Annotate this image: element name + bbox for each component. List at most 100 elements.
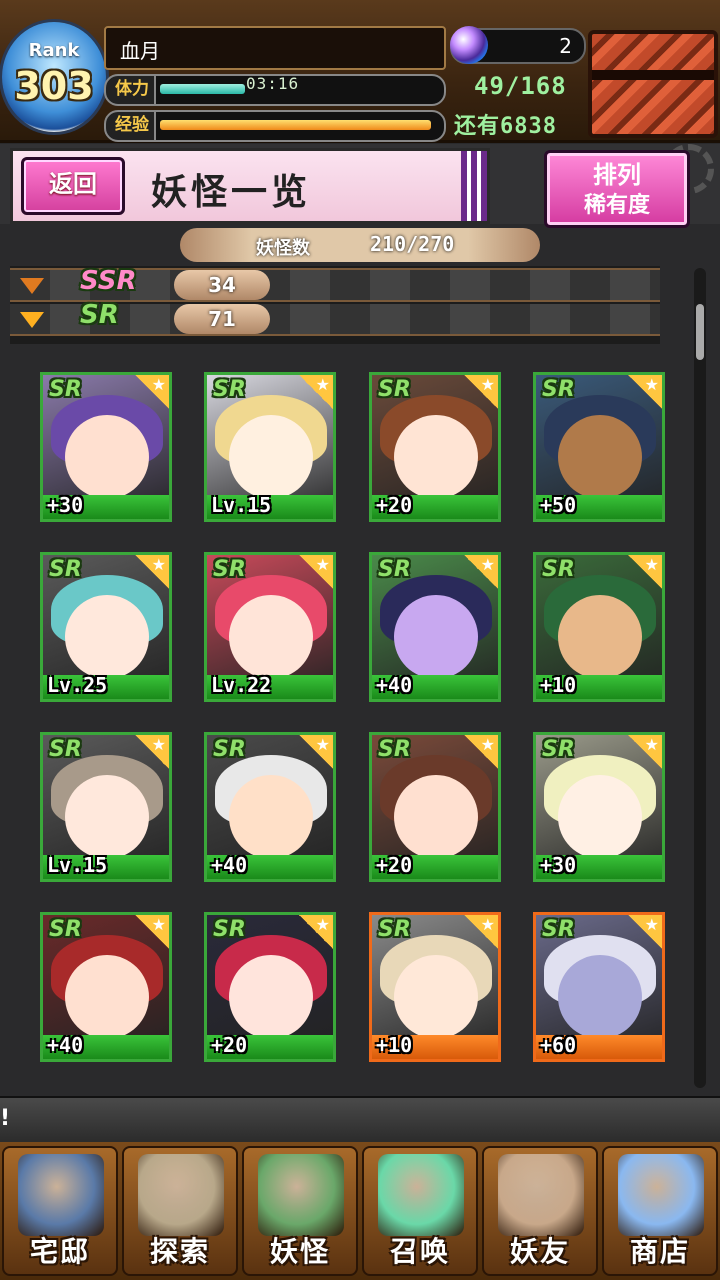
stamina-label: 体力 bbox=[104, 74, 160, 106]
card-level-label: Lv.15 bbox=[211, 493, 272, 517]
title-stripe bbox=[461, 151, 487, 221]
player-name-box: 血月 bbox=[104, 26, 446, 70]
magnifier-icon bbox=[138, 1154, 224, 1236]
card-rarity-badge: SR bbox=[213, 557, 246, 582]
youkai-card[interactable]: SR ★ +60 bbox=[533, 912, 665, 1062]
exp-fill bbox=[160, 120, 431, 130]
card-rarity-badge: SR bbox=[49, 377, 82, 402]
nav-label: 召唤 bbox=[389, 1235, 450, 1268]
star-icon: ★ bbox=[135, 915, 169, 949]
card-level-label: +10 bbox=[540, 673, 577, 697]
star-icon: ★ bbox=[628, 735, 662, 769]
youkai-card[interactable]: SR ★ +10 bbox=[369, 912, 501, 1062]
youkai-card[interactable]: SR ★ +20 bbox=[204, 912, 336, 1062]
youkai-card[interactable]: SR ★ Lv.15 bbox=[40, 732, 172, 882]
gem-counter[interactable]: 2 bbox=[450, 26, 586, 64]
star-icon: ★ bbox=[628, 915, 662, 949]
notice-bar: ! bbox=[0, 1096, 720, 1144]
youkai-card[interactable]: SR ★ Lv.22 bbox=[204, 552, 336, 702]
youkai-card[interactable]: SR ★ +40 bbox=[204, 732, 336, 882]
portrait-face bbox=[229, 955, 313, 1039]
star-icon: ★ bbox=[299, 375, 333, 409]
youkai-card[interactable]: SR ★ +50 bbox=[533, 372, 665, 522]
rank-label: Rank bbox=[28, 40, 80, 61]
youkai-card[interactable]: SR ★ +10 bbox=[533, 552, 665, 702]
scrollbar[interactable] bbox=[694, 268, 706, 1088]
star-icon: ★ bbox=[464, 735, 498, 769]
status-bar: Rank 303 血月 体力 03:16 经验 2 49/168 还有6838 bbox=[0, 0, 720, 143]
card-level-label: Lv.25 bbox=[47, 673, 108, 697]
star-icon: ★ bbox=[135, 555, 169, 589]
collapse-arrow-icon bbox=[20, 312, 44, 328]
stamina-timer: 03:16 bbox=[246, 74, 300, 93]
count-label: 妖怪数 bbox=[256, 238, 310, 259]
card-level-label: +60 bbox=[540, 1033, 577, 1057]
rank-badge[interactable]: Rank 303 bbox=[2, 22, 106, 132]
sort-label: 排列 bbox=[593, 161, 641, 189]
sort-value: 稀有度 bbox=[583, 193, 650, 218]
pentagram-icon bbox=[378, 1154, 464, 1236]
back-button[interactable]: 返回 bbox=[21, 157, 125, 215]
youkai-card[interactable]: SR ★ +40 bbox=[40, 912, 172, 1062]
mansion-icon bbox=[18, 1154, 104, 1236]
page-header: 返回 妖怪一览 排列 稀有度 bbox=[0, 144, 720, 228]
rarity-count-sr: 71 bbox=[174, 304, 270, 334]
exp-label: 经验 bbox=[104, 110, 160, 142]
rarity-row-sr[interactable]: SR 71 bbox=[10, 300, 660, 336]
card-rarity-badge: SR bbox=[542, 917, 575, 942]
star-icon: ★ bbox=[135, 375, 169, 409]
youkai-card[interactable]: SR ★ +40 bbox=[369, 552, 501, 702]
card-level-label: +40 bbox=[211, 853, 248, 877]
stamina-bar: 体力 03:16 bbox=[104, 74, 446, 106]
card-rarity-badge: SR bbox=[49, 737, 82, 762]
treasure-chest-icon[interactable] bbox=[588, 30, 718, 138]
rarity-count-ssr: 34 bbox=[174, 270, 270, 300]
star-icon: ★ bbox=[299, 555, 333, 589]
card-level-label: +20 bbox=[211, 1033, 248, 1057]
page-title: 妖怪一览 bbox=[151, 172, 312, 213]
rarity-row-ssr[interactable]: SSR 34 bbox=[10, 266, 660, 302]
card-level-label: +50 bbox=[540, 493, 577, 517]
exp-remaining: 还有6838 bbox=[454, 114, 557, 139]
card-rarity-badge: SR bbox=[542, 557, 575, 582]
youkai-card[interactable]: SR ★ +30 bbox=[40, 372, 172, 522]
nav-item[interactable]: 妖怪 bbox=[242, 1146, 358, 1276]
sort-button[interactable]: 排列 稀有度 bbox=[544, 150, 690, 228]
star-icon: ★ bbox=[464, 915, 498, 949]
youkai-card[interactable]: SR ★ Lv.25 bbox=[40, 552, 172, 702]
nav-item[interactable]: 宅邸 bbox=[2, 1146, 118, 1276]
nav-label: 探索 bbox=[149, 1235, 210, 1268]
star-icon: ★ bbox=[464, 375, 498, 409]
card-rarity-badge: SR bbox=[378, 557, 411, 582]
bottom-navigation: 宅邸 探索 妖怪 召唤 妖友 商店 bbox=[0, 1142, 720, 1280]
nav-item[interactable]: 召唤 bbox=[362, 1146, 478, 1276]
youkai-card[interactable]: SR ★ +30 bbox=[533, 732, 665, 882]
portrait-face bbox=[394, 595, 478, 679]
card-level-label: +30 bbox=[540, 853, 577, 877]
title-plate: 返回 妖怪一览 bbox=[10, 148, 490, 224]
rarity-badge-ssr: SSR bbox=[80, 266, 137, 296]
scroll-thumb[interactable] bbox=[696, 304, 704, 360]
portrait-face bbox=[394, 775, 478, 859]
card-rarity-badge: SR bbox=[49, 557, 82, 582]
portrait-face bbox=[229, 775, 313, 859]
portrait-face bbox=[229, 595, 313, 679]
card-rarity-badge: SR bbox=[542, 737, 575, 762]
portrait-face bbox=[65, 415, 149, 499]
expand-arrow-icon bbox=[20, 278, 44, 294]
card-level-label: Lv.22 bbox=[211, 673, 272, 697]
rank-number: 303 bbox=[14, 64, 94, 108]
star-icon: ★ bbox=[464, 555, 498, 589]
youkai-card[interactable]: SR ★ Lv.15 bbox=[204, 372, 336, 522]
nav-label: 妖友 bbox=[509, 1235, 570, 1268]
portrait-face bbox=[65, 775, 149, 859]
youkai-card[interactable]: SR ★ +20 bbox=[369, 732, 501, 882]
card-rarity-badge: SR bbox=[378, 737, 411, 762]
card-level-label: +40 bbox=[376, 673, 413, 697]
youkai-card[interactable]: SR ★ +20 bbox=[369, 372, 501, 522]
nav-item[interactable]: 商店 bbox=[602, 1146, 718, 1276]
gem-icon bbox=[450, 26, 488, 64]
nav-label: 妖怪 bbox=[269, 1235, 330, 1268]
nav-item[interactable]: 妖友 bbox=[482, 1146, 598, 1276]
nav-item[interactable]: 探索 bbox=[122, 1146, 238, 1276]
